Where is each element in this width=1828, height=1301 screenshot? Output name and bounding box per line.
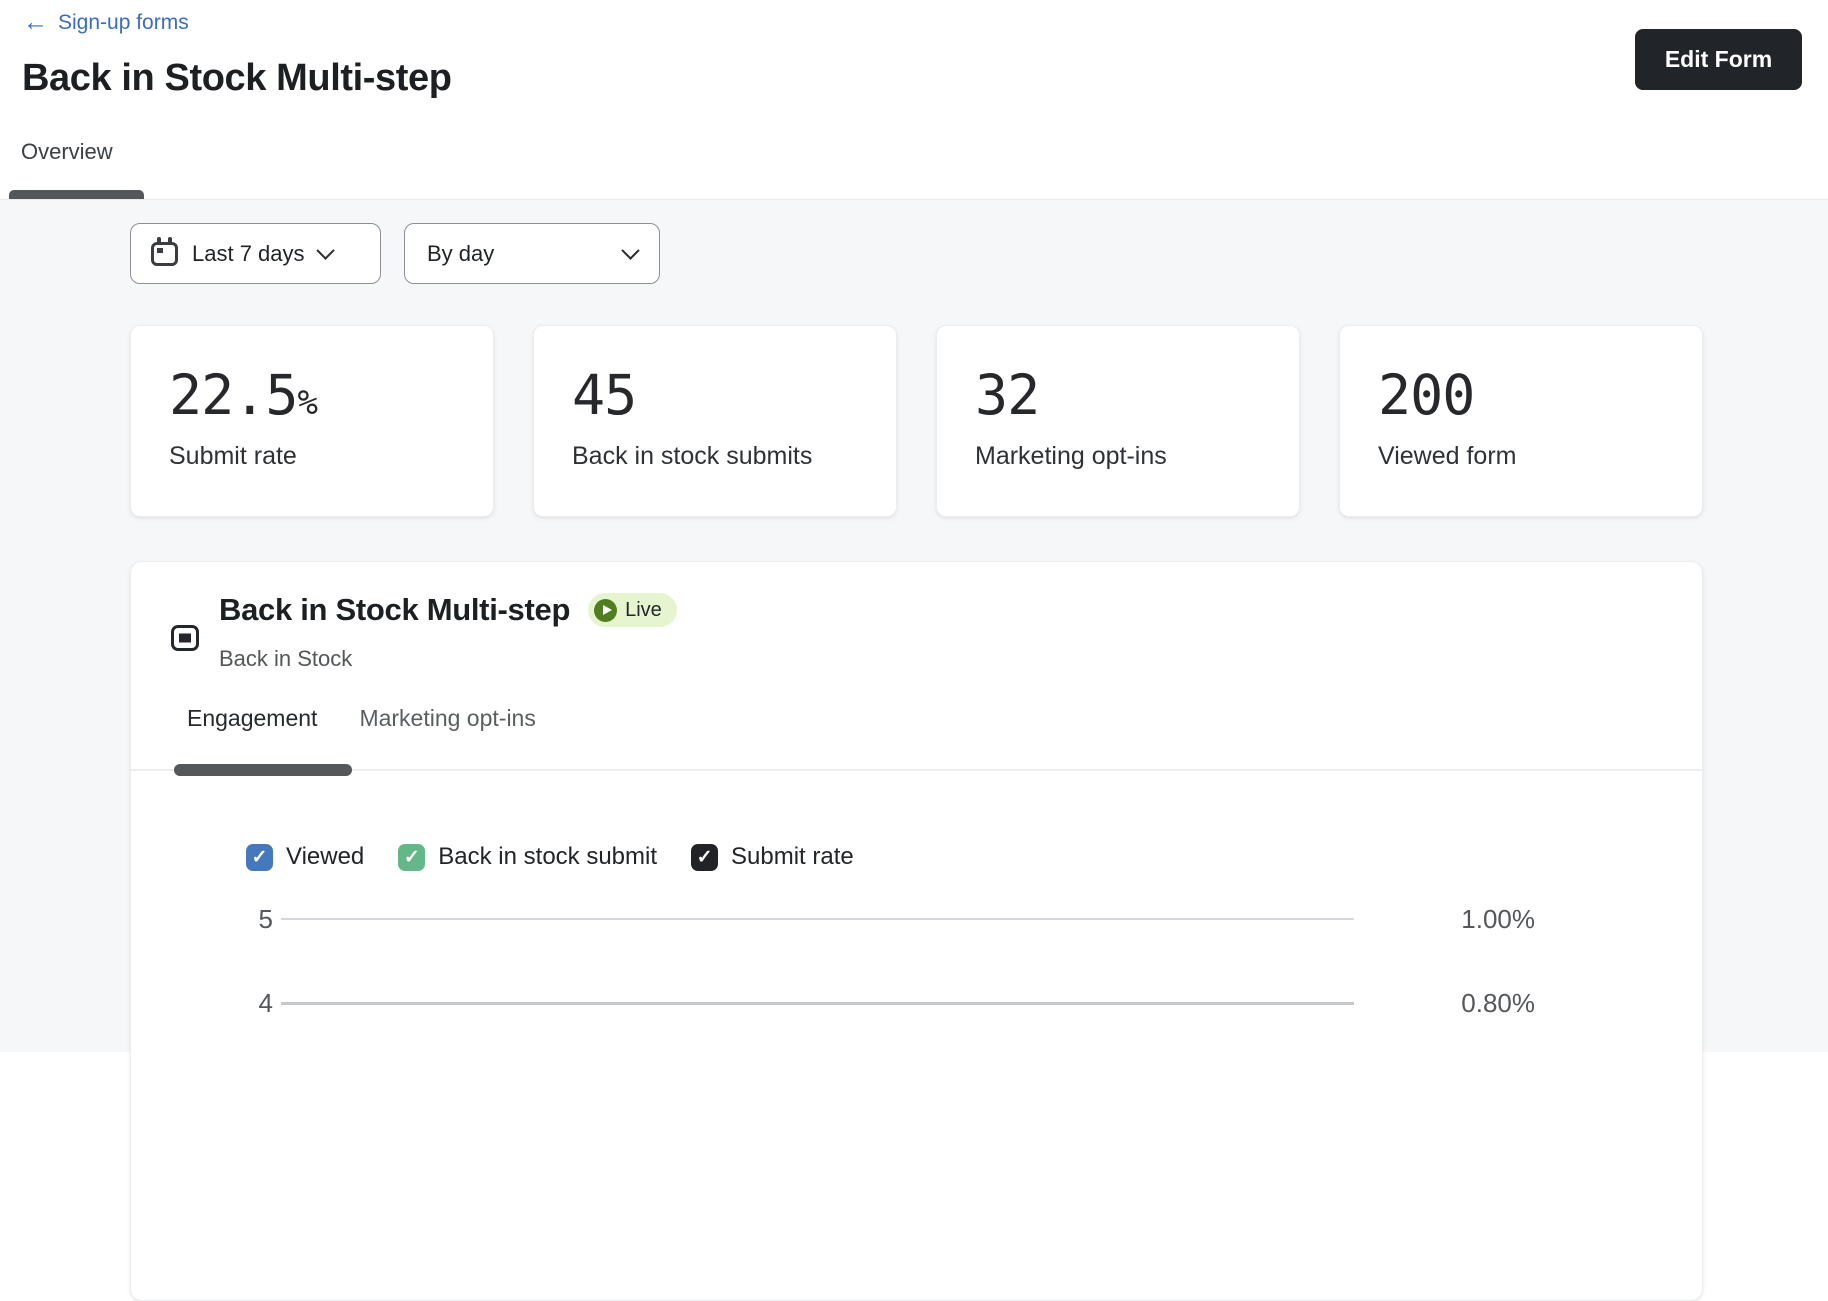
tab-engagement-active-indicator [174,764,352,776]
y-axis-tick-right: 0.80% [1461,988,1535,1018]
form-card-header: Back in Stock Multi-step Live [219,592,677,628]
form-card-subtitle: Back in Stock [219,646,353,671]
date-range-value: Last 7 days [192,240,305,266]
interval-value: By day [427,240,495,266]
check-icon: ✓ [251,846,268,868]
calendar-icon [151,236,178,266]
back-link-sign-up-forms[interactable]: ← Sign-up forms [23,10,189,35]
metric-label: Back in stock submits [572,442,813,470]
tabs-divider [131,769,1702,771]
metric-card-viewed-form: 200 Viewed form [1339,325,1703,517]
checkbox-submit-rate[interactable]: ✓ [691,843,719,871]
legend-label: Viewed [286,843,365,870]
form-card-title: Back in Stock Multi-step [219,592,571,627]
check-icon: ✓ [696,846,713,868]
legend-item-submit-rate[interactable]: ✓ Submit rate [691,843,854,871]
edit-form-button[interactable]: Edit Form [1635,29,1802,90]
live-status-label: Live [625,598,662,621]
y-axis-tick-left: 4 [258,988,273,1018]
metric-value: 200 [1378,363,1475,427]
chevron-down-icon [621,241,640,260]
checkbox-back-in-stock-submit[interactable]: ✓ [398,843,426,871]
app-root: ← Sign-up forms Edit Form Back in Stock … [0,0,1828,1301]
interval-dropdown[interactable]: By day [404,223,660,284]
form-overview-card: Back in Stock Multi-step Live Back in St… [130,561,1703,1301]
back-link-label: Sign-up forms [58,10,189,34]
check-icon: ✓ [403,846,420,868]
checkbox-viewed[interactable]: ✓ [246,843,273,871]
metric-label: Submit rate [169,442,297,470]
y-axis-tick-right: 1.00% [1461,904,1535,934]
metric-card-marketing-opt-ins: 32 Marketing opt-ins [936,325,1300,517]
live-status-badge: Live [588,593,677,627]
metric-card-back-in-stock-submits: 45 Back in stock submits [533,325,897,517]
y-axis-tick-left: 5 [258,904,273,934]
tab-overview[interactable]: Overview [21,139,113,165]
date-range-dropdown[interactable]: Last 7 days [130,223,381,284]
legend-item-viewed[interactable]: ✓ Viewed [246,843,364,871]
metric-unit: % [297,383,318,423]
tab-marketing-opt-ins[interactable]: Marketing opt-ins [359,705,535,732]
form-card-tabs: Engagement Marketing opt-ins [187,705,536,732]
metric-value: 45 [572,363,637,427]
content-area: Last 7 days By day 22.5% Submit rate 45 … [0,199,1828,1301]
chevron-down-icon [315,241,335,260]
metric-label: Viewed form [1378,442,1517,470]
legend-label: Back in stock submit [438,843,658,870]
form-icon [171,625,199,651]
legend-label: Submit rate [731,843,854,870]
tab-engagement[interactable]: Engagement [187,705,317,732]
legend-item-back-in-stock-submit[interactable]: ✓ Back in stock submit [398,843,657,871]
metric-label: Marketing opt-ins [975,442,1167,470]
metric-card-submit-rate: 22.5% Submit rate [130,325,494,517]
live-play-icon [594,598,618,622]
gridline [281,918,1354,920]
back-arrow-icon: ← [23,8,48,36]
metric-value: 22.5% [169,363,318,427]
tab-overview-active-indicator [9,190,144,199]
chart-legend: ✓ Viewed ✓ Back in stock submit ✓ Submit… [246,843,854,871]
metric-value: 32 [975,363,1040,427]
gridline [281,1002,1354,1005]
page-title: Back in Stock Multi-step [22,57,452,99]
